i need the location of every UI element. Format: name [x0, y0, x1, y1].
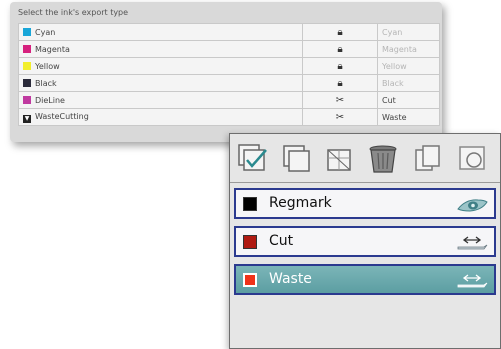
- eye-icon[interactable]: [456, 197, 488, 213]
- dialog-title: Select the ink's export type: [18, 8, 129, 17]
- swatch-magenta: [23, 44, 31, 53]
- layers-toolbar: [230, 134, 500, 183]
- ink-name: DieLine: [35, 95, 65, 105]
- layer-name: Cut: [269, 233, 294, 249]
- layer-row-regmark[interactable]: Regmark: [234, 188, 496, 219]
- ink-name: WasteCutting: [35, 111, 89, 121]
- cut-icon[interactable]: ✂︎: [302, 108, 378, 126]
- ink-name: Yellow: [35, 61, 60, 71]
- swatch-yellow: [23, 61, 31, 70]
- table-row[interactable]: Black 🔒︎ Black: [18, 74, 440, 92]
- duplicate-layer-icon[interactable]: [280, 142, 314, 176]
- layers-panel: Regmark Cut Waste: [229, 133, 501, 349]
- table-row[interactable]: Magenta 🔒︎ Magenta: [18, 40, 440, 58]
- table-row[interactable]: DieLine ✂︎ Cut: [18, 91, 440, 109]
- output-type[interactable]: Cut: [377, 91, 440, 109]
- output-type[interactable]: Waste: [377, 108, 440, 126]
- output-type[interactable]: Magenta: [377, 40, 440, 58]
- new-layer-check-icon[interactable]: [236, 142, 270, 176]
- cut-icon[interactable]: ✂︎: [302, 91, 378, 109]
- layer-color-chip[interactable]: [243, 235, 257, 249]
- merge-layer-icon[interactable]: [323, 142, 357, 176]
- output-type[interactable]: Cyan: [377, 23, 440, 41]
- copy-layer-icon[interactable]: [411, 142, 445, 176]
- layer-row-cut[interactable]: Cut: [234, 226, 496, 257]
- swatch-cyan: [23, 27, 31, 36]
- table-row[interactable]: Cyan 🔒︎ Cyan: [18, 23, 440, 41]
- output-type[interactable]: Black: [377, 74, 440, 92]
- layer-color-chip[interactable]: [243, 273, 257, 287]
- layer-name: Waste: [269, 271, 312, 287]
- ink-name: Cyan: [35, 27, 56, 37]
- layer-row-waste[interactable]: Waste: [234, 264, 496, 295]
- swatch-dieline: [23, 95, 31, 104]
- trash-icon[interactable]: [366, 142, 400, 176]
- knife-icon[interactable]: [456, 235, 488, 251]
- output-type[interactable]: Yellow: [377, 57, 440, 75]
- layer-color-chip[interactable]: [243, 197, 257, 211]
- swatch-black: [23, 78, 31, 87]
- table-row[interactable]: Yellow 🔒︎ Yellow: [18, 57, 440, 75]
- layer-name: Regmark: [269, 195, 332, 211]
- knife-icon[interactable]: [456, 273, 488, 289]
- lock-icon[interactable]: 🔒︎: [302, 74, 378, 92]
- table-row[interactable]: ▼ WasteCutting ✂︎ Waste: [18, 108, 440, 126]
- ink-name: Black: [35, 78, 57, 88]
- lock-icon[interactable]: 🔒︎: [302, 40, 378, 58]
- swatch-wastecutting: ▼: [23, 114, 31, 123]
- ink-export-dialog: Select the ink's export type Cyan 🔒︎ Cya…: [10, 2, 442, 142]
- layer-visibility-icon[interactable]: [456, 142, 490, 176]
- ink-name: Magenta: [35, 44, 70, 54]
- lock-icon[interactable]: 🔒︎: [302, 57, 378, 75]
- ink-table: Cyan 🔒︎ Cyan Magenta 🔒︎ Magenta Yellow 🔒…: [18, 23, 440, 126]
- lock-icon[interactable]: 🔒︎: [302, 23, 378, 41]
